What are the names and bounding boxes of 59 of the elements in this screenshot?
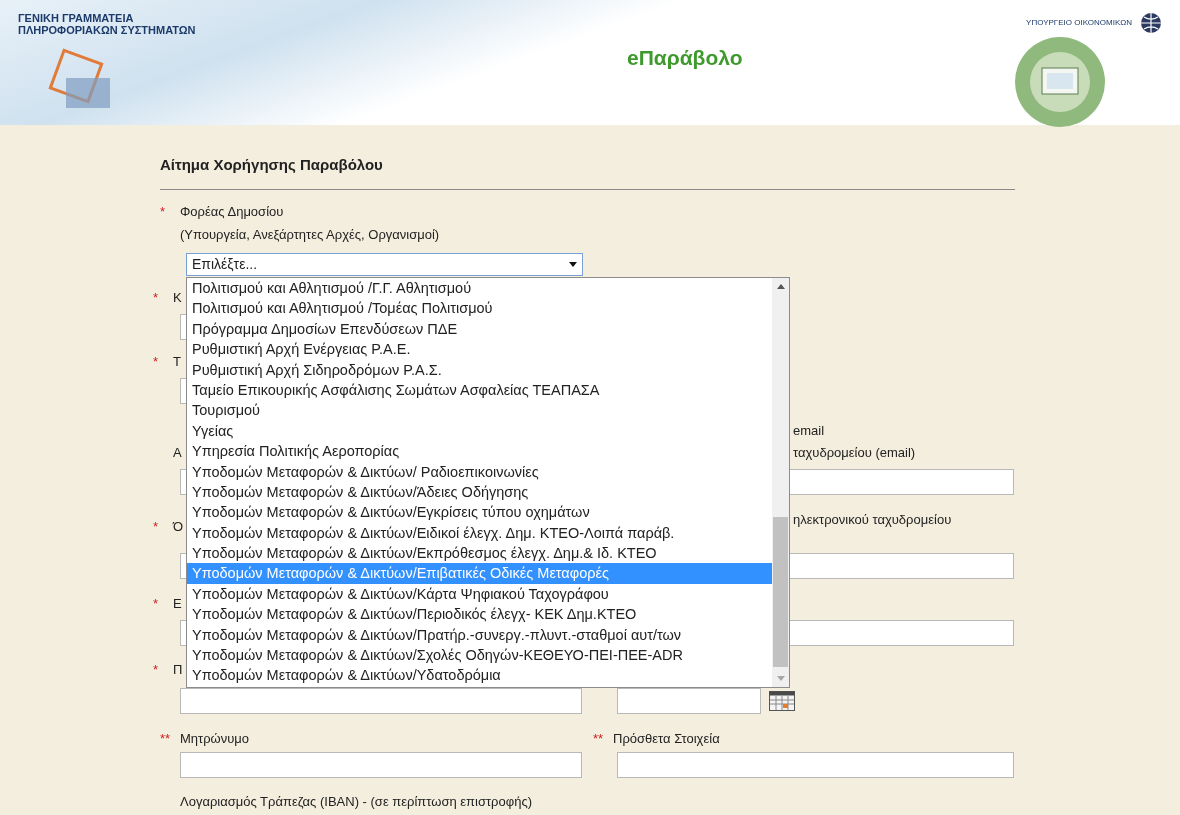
dropdown-option[interactable]: Υποδομών Μεταφορών & Δικτύων/Πρατήρ.-συνεργ.-πλυντ.-σταθμοί αυτ/των <box>187 624 772 646</box>
dropdown-option[interactable]: Πρόγραμμα Δημοσίων Επενδύσεων ΠΔΕ <box>187 318 772 340</box>
field-label: email <box>793 422 826 440</box>
dropdown-option[interactable]: Ρυθμιστική Αρχή Σιδηροδρόμων Ρ.Α.Σ. <box>187 359 772 380</box>
scroll-up-icon[interactable] <box>776 284 785 289</box>
field-label: Κ <box>173 289 182 307</box>
calendar-icon[interactable] <box>769 691 795 711</box>
field-label: Π <box>173 661 183 679</box>
dropdown-option[interactable]: Υποδομών Μεταφορών & Δικτύων/ Ραδιοεπικοινωνίες <box>187 461 772 482</box>
required-mark: * <box>153 289 160 307</box>
field-label: Α <box>173 444 182 462</box>
date-field[interactable] <box>617 688 761 714</box>
field-label: ηλεκτρονικού ταχυδρομείου <box>793 511 952 529</box>
seal-logo-icon <box>1014 36 1106 128</box>
field-label: ταχυδρομείου (email) <box>793 444 916 462</box>
agency-select[interactable]: Επιλέξτε... <box>186 253 583 276</box>
form-title: Αίτημα Χορήγησης Παραβόλου <box>160 155 384 175</box>
field-label: Ε <box>173 595 182 613</box>
input-field[interactable] <box>617 752 1014 778</box>
dropdown-option[interactable]: Υποδομών Μεταφορών & Δικτύων/Ειδικοί έλεγχ. Δημ. ΚΤΕΟ-Λοιπά παράβ. <box>187 522 772 544</box>
organization-name: ΓΕΝΙΚΗ ΓΡΑΜΜΑΤΕΙΑ <box>18 12 135 24</box>
dropdown-option[interactable]: Τουρισμού <box>187 400 772 421</box>
dropdown-option[interactable]: Ρυθμιστική Αρχή Ενέργειας Ρ.Α.Ε. <box>187 339 772 360</box>
field-label: Φορέας Δημοσίου <box>180 203 285 221</box>
field-label: Ό <box>173 518 184 536</box>
dropdown-option[interactable]: Πολιτισμού και Αθλητισμού /Τομέας Πολιτισμού <box>187 298 772 319</box>
app-title: eΠαράβολο <box>626 45 743 71</box>
required-mark: ** <box>593 730 605 748</box>
dropdown-option[interactable]: Ταμείο Επικουρικής Ασφάλισης Σωμάτων Ασφαλείας ΤΕΑΠΑΣΑ <box>187 379 772 401</box>
ministry-name: ΥΠΟΥΡΓΕΙΟ ΟΙΚΟΝΟΜΙΚΩΝ <box>1026 17 1132 29</box>
dropdown-option[interactable]: Υποδομών Μεταφορών & Δικτύων/Σχολές Οδηγών-ΚΕΘΕΥΟ-ΠΕΙ-ΠΕΕ-ADR <box>187 645 772 666</box>
required-mark: ** <box>160 730 172 748</box>
dropdown-option[interactable]: Πολιτισμού και Αθλητισμού /Γ.Γ. Αθλητισμού <box>187 278 772 299</box>
field-label: Τ <box>173 353 181 371</box>
dropdown-option[interactable]: Υπηρεσία Πολιτικής Αεροπορίας <box>187 441 772 462</box>
dropdown-option[interactable]: Υποδομών Μεταφορών & Δικτύων/Εκπρόθεσμος έλεγχ. Δημ.& Ιδ. ΚΤΕΟ <box>187 543 772 564</box>
input-field[interactable] <box>180 688 582 714</box>
field-hint: (Υπουργεία, Ανεξάρτητες Αρχές, Οργανισμοί) <box>180 226 440 244</box>
dropdown-option[interactable]: Υποδομών Μεταφορών & Δικτύων/Εγκρίσεις τύπου οχημάτων <box>187 502 772 523</box>
dropdown-option[interactable]: Υποδομών Μεταφορών & Δικτύων/Κάρτα Ψηφιακού Ταχογράφου <box>187 583 772 605</box>
required-mark: * <box>153 595 160 613</box>
dropdown-option[interactable]: Υγείας <box>187 420 772 442</box>
dropdown-option[interactable]: Υποδομών Μεταφορών & Δικτύων/Υδατοδρόμια <box>187 665 772 686</box>
scrollbar-thumb[interactable] <box>773 517 788 667</box>
required-mark: * <box>160 203 167 221</box>
dropdown-option[interactable]: Υποδομών Μεταφορών & Δικτύων/Άδειες Οδήγησης <box>187 481 772 503</box>
globe-icon <box>1140 12 1162 34</box>
organization-name: ΠΛΗΡΟΦΟΡΙΑΚΩΝ ΣΥΣΤΗΜΑΤΩΝ <box>18 24 196 36</box>
scrollbar[interactable] <box>772 278 789 687</box>
field-label: Λογαριασμός Τράπεζας (IBAN) - (σε περίπτωση επιστροφής) <box>180 793 533 811</box>
required-mark: * <box>153 661 160 679</box>
input-field[interactable] <box>180 752 582 778</box>
required-mark: * <box>153 518 160 536</box>
field-label: Μητρώνυμο <box>180 730 250 748</box>
field-label: Πρόσθετα Στοιχεία <box>613 730 720 748</box>
scroll-down-icon[interactable] <box>776 676 785 681</box>
caret-icon[interactable] <box>569 262 577 267</box>
required-mark: * <box>153 353 160 371</box>
dropdown-option[interactable]: Υποδομών Μεταφορών & Δικτύων/Περιοδικός έλεγχ- ΚΕΚ Δημ.ΚΤΕΟ <box>187 604 772 625</box>
